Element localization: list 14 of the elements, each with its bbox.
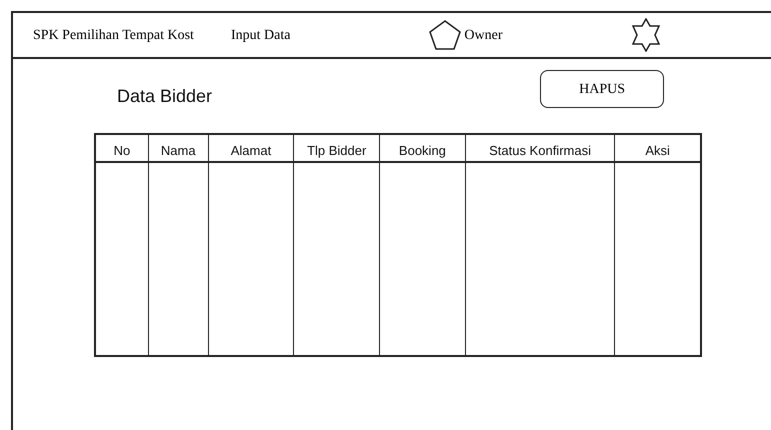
- star-icon[interactable]: [630, 18, 661, 52]
- user-name: Owner: [464, 26, 503, 44]
- pentagon-icon: [428, 19, 462, 51]
- delete-button[interactable]: HAPUS: [540, 70, 664, 108]
- column-header: Nama: [160, 142, 196, 160]
- column-header: Status Konfirmasi: [489, 142, 591, 160]
- column-header: Tlp Bidder: [307, 142, 366, 160]
- column-header: Booking: [398, 142, 446, 160]
- column-header: Alamat: [230, 142, 272, 160]
- app-title: SPK Pemilihan Tempat Kost: [33, 26, 194, 44]
- input-data-link[interactable]: Input Data: [230, 24, 290, 46]
- column-header: Aksi: [645, 142, 670, 160]
- page-title: Data Bidder: [117, 84, 212, 108]
- column-header: No: [114, 142, 130, 160]
